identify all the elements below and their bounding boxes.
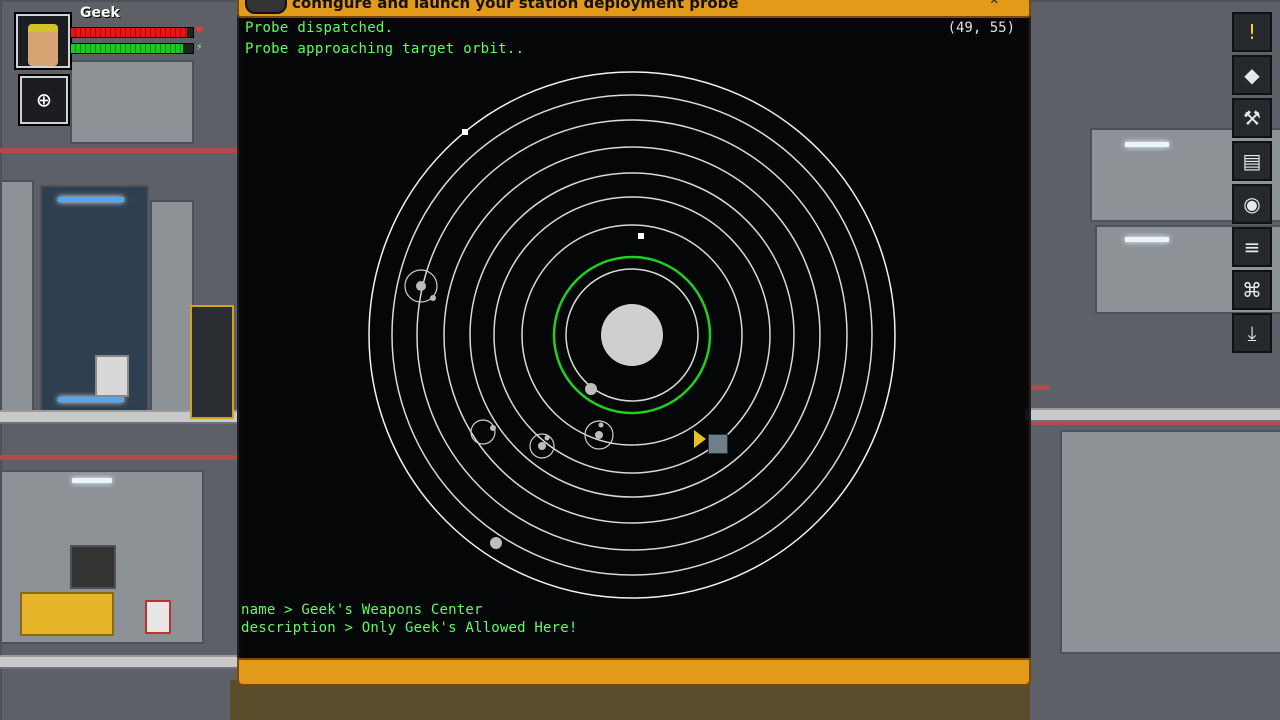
beam-down-icon: ⤓ <box>1247 321 1257 345</box>
planet[interactable] <box>490 537 502 549</box>
energy-bar <box>70 43 194 54</box>
close-icon[interactable]: ✕ <box>990 0 998 8</box>
moon <box>544 435 550 441</box>
log-line: Probe approaching target orbit.. <box>245 41 525 57</box>
crafting-icon: ⚒ <box>1243 106 1261 130</box>
orbit-map[interactable] <box>360 62 904 606</box>
codex-button[interactable]: ▤ <box>1232 141 1272 181</box>
health-bar-fill <box>71 28 187 37</box>
inventory-button[interactable]: ◆ <box>1232 55 1272 95</box>
window-title: configure and launch your station deploy… <box>292 0 739 12</box>
player-portrait[interactable] <box>16 14 70 68</box>
collections-icon: ⌘ <box>1242 278 1262 302</box>
probe-marker <box>462 129 468 135</box>
station-logo-icon <box>245 0 287 14</box>
tech-button[interactable]: ◉ <box>1232 184 1272 224</box>
planet[interactable] <box>538 442 546 450</box>
beam-down-button[interactable]: ⤓ <box>1232 313 1272 353</box>
quest-log-button[interactable]: ! <box>1232 12 1272 52</box>
player-name: Geek <box>80 5 120 21</box>
planet-moon-orbit <box>470 419 496 445</box>
moon <box>490 425 496 431</box>
moon <box>430 295 436 301</box>
sidebar: ! ◆ ⚒ ▤ ◉ ≡ ⌘ ⤓ <box>1232 12 1272 356</box>
mouse-cursor <box>694 430 706 448</box>
collections-button[interactable]: ⌘ <box>1232 270 1272 310</box>
planet[interactable] <box>416 281 426 291</box>
energy-bar-fill <box>71 44 184 53</box>
heart-icon: ♥ <box>196 24 203 37</box>
inventory-icon: ◆ <box>1244 63 1260 87</box>
ship-icon[interactable] <box>708 434 728 454</box>
probe-marker <box>638 233 644 239</box>
menu-button[interactable]: ≡ <box>1232 227 1272 267</box>
probe-window-footer <box>237 658 1031 686</box>
planet[interactable] <box>595 431 603 439</box>
coordinates-readout: (49, 55) <box>947 20 1015 36</box>
avatar <box>28 24 58 66</box>
menu-icon: ≡ <box>1243 235 1261 259</box>
energy-icon: ⚡ <box>196 40 203 53</box>
planet[interactable] <box>585 383 597 395</box>
tech-icon: ◉ <box>1243 192 1261 216</box>
log-line: Probe dispatched. <box>245 20 394 36</box>
codex-icon: ▤ <box>1242 149 1262 173</box>
station-description-line: description > Only Geek's Allowed Here! <box>241 620 578 636</box>
star[interactable] <box>601 304 663 366</box>
health-bar <box>70 27 194 38</box>
moon <box>598 422 604 428</box>
quest-log-icon: ! <box>1247 20 1257 44</box>
add-user-icon: ⊕ <box>36 86 52 114</box>
station-name-line: name > Geek's Weapons Center <box>241 602 483 618</box>
invite-player-button[interactable]: ⊕ <box>20 76 68 124</box>
crafting-button[interactable]: ⚒ <box>1232 98 1272 138</box>
